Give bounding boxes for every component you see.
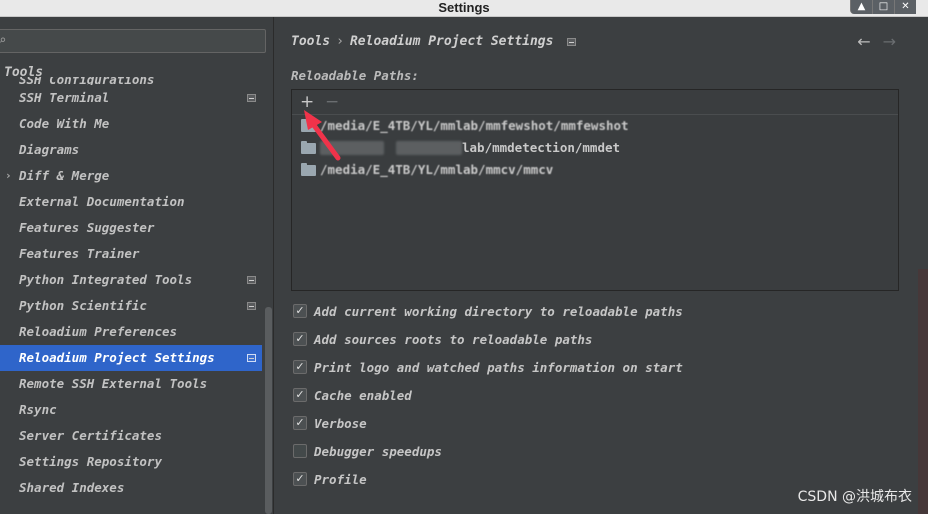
path-text: /media/E_4TB/YL/mmlab/mmcv/mmcv	[320, 162, 554, 177]
sidebar-item-external-documentation[interactable]: External Documentation	[0, 189, 272, 215]
sidebar-item-label: External Documentation	[19, 194, 185, 209]
sidebar-item-python-integrated-tools[interactable]: Python Integrated Tools	[0, 267, 272, 293]
sidebar-item-diff-merge[interactable]: › Diff & Merge	[0, 163, 272, 189]
background-window-edge	[918, 269, 928, 514]
sidebar-item-label: Remote SSH External Tools	[19, 376, 208, 391]
sidebar-scrollbar[interactable]	[265, 307, 272, 514]
back-arrow-icon[interactable]: ←	[857, 32, 870, 51]
option-label: Add sources roots to reloadable paths	[314, 331, 593, 347]
window-minimize-button[interactable]: ▲	[850, 0, 872, 14]
history-navigation: ← →	[857, 32, 896, 51]
sidebar-item-label: Diagrams	[19, 142, 80, 157]
sidebar-item-label: Reloadium Project Settings	[19, 350, 215, 365]
sidebar-item-label: Diff & Merge	[19, 168, 110, 183]
window-title: Settings	[438, 0, 490, 15]
folder-icon	[301, 118, 316, 132]
window-close-button[interactable]: ✕	[894, 0, 916, 14]
sidebar-item-label: Python Scientific	[19, 298, 147, 313]
project-scope-icon	[247, 354, 256, 362]
forward-arrow-icon[interactable]: →	[883, 32, 896, 51]
sidebar-item-label: Reloadium Preferences	[19, 324, 178, 339]
sidebar-item-ssh-terminal[interactable]: SSH Terminal	[0, 85, 272, 111]
sidebar-item-remote-ssh-external-tools[interactable]: Remote SSH External Tools	[0, 371, 272, 397]
sidebar-item-rsync[interactable]: Rsync	[0, 397, 272, 423]
path-row[interactable]: /media/E_4TB/YL/mmlab/mmfewshot/mmfewsho…	[292, 115, 898, 137]
remove-path-button[interactable]: −	[325, 90, 339, 114]
folder-icon	[301, 140, 316, 154]
sidebar-item-python-scientific[interactable]: Python Scientific	[0, 293, 272, 319]
breadcrumb-separator: ›	[336, 34, 344, 49]
sidebar-group-tools[interactable]: Tools	[4, 65, 43, 80]
option-add-current-working-directory-to-reloadable-paths[interactable]: ✓ Add current working directory to reload…	[293, 297, 683, 325]
option-label: Verbose	[314, 415, 367, 431]
checkbox-checked[interactable]: ✓	[293, 388, 307, 402]
sidebar-item-label: Features Trainer	[19, 246, 140, 261]
add-path-button[interactable]: +	[300, 90, 314, 114]
sidebar-item-label: Features Suggester	[19, 220, 155, 235]
settings-search-input[interactable]: ⌕	[0, 29, 266, 53]
project-scope-icon	[247, 94, 256, 102]
option-cache-enabled[interactable]: ✓ Cache enabled	[293, 381, 683, 409]
option-label: Profile	[314, 471, 367, 487]
checkbox-unchecked[interactable]	[293, 444, 307, 458]
checkbox-checked[interactable]: ✓	[293, 332, 307, 346]
option-label: Debugger speedups	[314, 443, 442, 459]
path-row[interactable]: lab/mmdetection/mmdet	[292, 137, 898, 159]
sidebar-item-settings-repository[interactable]: Settings Repository	[0, 449, 272, 475]
sidebar-item-label: Code With Me	[19, 116, 110, 131]
sidebar-item-label: Settings Repository	[19, 454, 162, 469]
sidebar-item-diagrams[interactable]: Diagrams	[0, 137, 272, 163]
option-label: Print logo and watched paths information…	[314, 359, 683, 375]
sidebar-item-reloadium-project-settings[interactable]: Reloadium Project Settings	[0, 345, 262, 371]
sidebar-item-features-trainer[interactable]: Features Trainer	[0, 241, 272, 267]
reloadable-paths-label: Reloadable Paths:	[291, 68, 419, 83]
breadcrumb-current: Reloadium Project Settings	[349, 34, 554, 49]
sidebar-item-label: Server Certificates	[19, 428, 162, 443]
reloadable-paths-list[interactable]: + − /media/E_4TB/YL/mmlab/mmfewshot/mmfe…	[291, 89, 899, 291]
path-text: /media/E_4TB/YL/mmlab/mmfewshot/mmfewsho…	[320, 118, 629, 133]
sidebar-item-shared-indexes[interactable]: Shared Indexes	[0, 475, 272, 501]
option-label: Add current working directory to reloada…	[314, 303, 683, 319]
settings-sidebar: ⌕ Tools SSH ConfigurationsSSH TerminalCo…	[0, 17, 274, 514]
project-scope-icon	[247, 276, 256, 284]
sidebar-item-features-suggester[interactable]: Features Suggester	[0, 215, 272, 241]
sidebar-item-label: Rsync	[19, 402, 57, 417]
option-print-logo-and-watched-paths-information-on-start[interactable]: ✓ Print logo and watched paths informatio…	[293, 353, 683, 381]
option-profile[interactable]: ✓ Profile	[293, 465, 683, 493]
breadcrumb-tools[interactable]: Tools	[291, 34, 330, 49]
sidebar-item-label: Shared Indexes	[19, 480, 125, 495]
option-verbose[interactable]: ✓ Verbose	[293, 409, 683, 437]
breadcrumb: Tools › Reloadium Project Settings	[291, 34, 577, 49]
window-maximize-button[interactable]: □	[872, 0, 894, 14]
option-label: Cache enabled	[314, 387, 412, 403]
option-add-sources-roots-to-reloadable-paths[interactable]: ✓ Add sources roots to reloadable paths	[293, 325, 683, 353]
option-debugger-speedups[interactable]: Debugger speedups	[293, 437, 683, 465]
checkbox-checked[interactable]: ✓	[293, 304, 307, 318]
window-titlebar: Settings ▲ □ ✕	[0, 0, 928, 17]
checkbox-checked[interactable]: ✓	[293, 416, 307, 430]
window-controls: ▲ □ ✕	[850, 0, 916, 14]
sidebar-item-server-certificates[interactable]: Server Certificates	[0, 423, 272, 449]
chevron-right-icon[interactable]: ›	[5, 163, 12, 189]
sidebar-item-label: SSH Terminal	[19, 90, 110, 105]
path-text: lab/mmdetection/mmdet	[462, 140, 621, 155]
redacted-text	[320, 141, 384, 155]
project-scope-icon	[567, 37, 577, 46]
path-row[interactable]: /media/E_4TB/YL/mmlab/mmcv/mmcv	[292, 159, 898, 181]
sidebar-item-label: Python Integrated Tools	[19, 272, 193, 287]
sidebar-item-reloadium-preferences[interactable]: Reloadium Preferences	[0, 319, 272, 345]
checkbox-checked[interactable]: ✓	[293, 360, 307, 374]
options-list: ✓ Add current working directory to reload…	[293, 297, 683, 493]
folder-icon	[301, 162, 316, 176]
paths-toolbar: + −	[292, 90, 898, 115]
watermark: CSDN @洪城布衣	[797, 489, 912, 505]
search-icon: ⌕	[0, 33, 6, 47]
checkbox-checked[interactable]: ✓	[293, 472, 307, 486]
redacted-text	[396, 141, 462, 155]
sidebar-item-code-with-me[interactable]: Code With Me	[0, 111, 272, 137]
sidebar-tree: SSH Configurations SSH Terminal Code With …	[0, 77, 272, 501]
project-scope-icon	[247, 302, 256, 310]
settings-content: Tools › Reloadium Project Settings ← → R…	[275, 17, 928, 514]
